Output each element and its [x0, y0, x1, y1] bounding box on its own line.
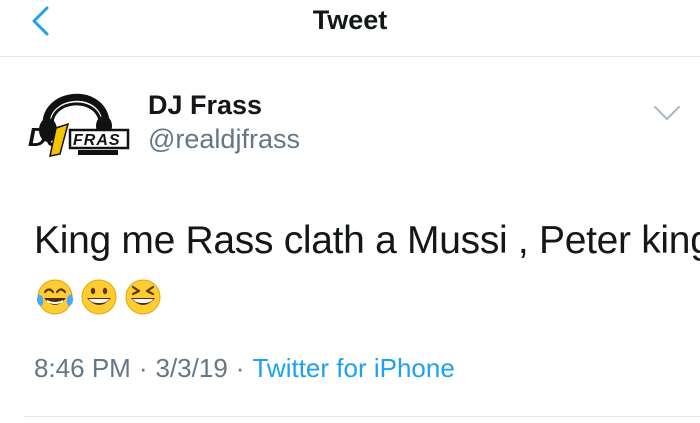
tweet-detail-screen: Tweet DJ FRAS DJ Frass @realdjfrass King… [0, 0, 700, 423]
chevron-down-icon[interactable] [652, 104, 682, 122]
page-title: Tweet [312, 5, 388, 35]
tweet-metadata: 8:46 PM · 3/3/19 · Twitter for iPhone [34, 353, 455, 384]
separator: · [235, 353, 245, 383]
separator: · [138, 353, 148, 383]
author-handle[interactable]: @realdjfrass [148, 124, 300, 155]
tweet-time: 8:46 PM [34, 353, 131, 383]
tweet-date: 3/3/19 [155, 353, 228, 383]
author-display-name[interactable]: DJ Frass [148, 90, 262, 121]
avatar[interactable]: DJ FRAS [22, 80, 134, 162]
svg-text:FRAS: FRAS [73, 132, 121, 149]
face-with-tears-of-joy-icon [37, 279, 73, 315]
grinning-squinting-face-icon [125, 279, 161, 315]
grinning-face-icon [81, 279, 117, 315]
navigation-bar: Tweet [0, 0, 700, 57]
divider [24, 416, 700, 417]
tweet-source-link[interactable]: Twitter for iPhone [252, 353, 454, 383]
tweet-text: King me Rass clath a Mussi , Peter king [34, 219, 700, 262]
emoji-row [33, 274, 165, 318]
